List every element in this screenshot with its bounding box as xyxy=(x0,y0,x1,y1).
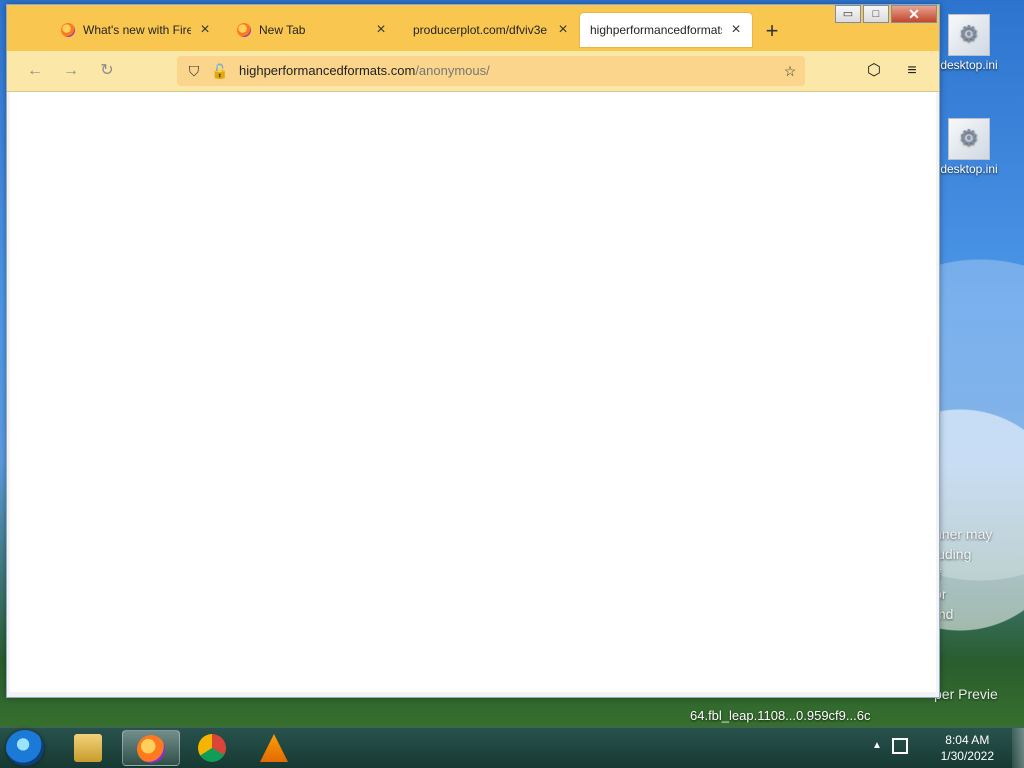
chrome-icon xyxy=(198,734,226,762)
taskbar-firefox[interactable] xyxy=(122,730,180,766)
settings-file-icon xyxy=(948,118,990,160)
url-text: highperformancedformats.com/anonymous/ xyxy=(239,63,490,78)
settings-file-icon xyxy=(948,14,990,56)
window-controls: ▭ □ ✕ xyxy=(835,5,937,23)
taskbar-chrome[interactable] xyxy=(184,730,242,766)
taskbar-vlc[interactable] xyxy=(246,730,304,766)
desktop-icon[interactable]: desktop.ini xyxy=(934,118,1004,176)
navigation-toolbar: ← → ↻ ⛉ 🔓 highperformancedformats.com/an… xyxy=(7,51,939,92)
desktop-partial-text: luding xyxy=(934,546,972,562)
show-desktop-button[interactable] xyxy=(1012,728,1024,768)
firefox-icon xyxy=(61,23,75,37)
clock-time: 8:04 AM xyxy=(945,733,990,747)
taskbar-file-explorer[interactable] xyxy=(60,730,118,766)
url-domain: highperformancedformats.com xyxy=(239,63,416,78)
back-button[interactable]: ← xyxy=(23,59,47,83)
clock[interactable]: 8:04 AM 1/30/2022 xyxy=(941,732,994,764)
page-content xyxy=(10,92,936,692)
show-hidden-icons-button[interactable]: ▲ xyxy=(872,740,882,751)
desktop-icon[interactable]: desktop.ini xyxy=(934,14,1004,72)
menu-button[interactable]: ≡ xyxy=(901,61,923,81)
file-explorer-icon xyxy=(74,734,102,762)
firefox-icon xyxy=(137,735,165,763)
network-icon[interactable] xyxy=(892,738,908,754)
desktop-partial-text: ff xyxy=(934,566,1020,582)
insecure-lock-icon[interactable]: 🔓 xyxy=(211,62,229,80)
reload-button[interactable]: ↻ xyxy=(95,59,119,83)
forward-button[interactable]: → xyxy=(59,59,83,83)
minimize-button[interactable]: ▭ xyxy=(835,5,861,23)
star-icon[interactable]: ☆ xyxy=(781,62,799,80)
tab-label: What's new with Firefox xyxy=(83,23,191,37)
pocket-button[interactable]: ⬡ xyxy=(863,61,885,81)
firefox-window: What's new with Firefox × New Tab × prod… xyxy=(6,4,940,698)
url-path: /anonymous/ xyxy=(415,63,490,78)
tab-strip: What's new with Firefox × New Tab × prod… xyxy=(7,5,939,51)
close-window-button[interactable]: ✕ xyxy=(891,5,937,23)
maximize-button[interactable]: □ xyxy=(863,5,889,23)
tab-whats-new[interactable]: What's new with Firefox × xyxy=(51,13,221,47)
system-tray: ▲ 8:04 AM 1/30/2022 xyxy=(864,728,1024,768)
desktop-partial-text: md xyxy=(934,606,954,622)
close-icon[interactable]: × xyxy=(373,22,389,38)
desktop-partial-text: nner may xyxy=(934,526,993,542)
vlc-icon xyxy=(260,734,288,762)
close-icon[interactable]: × xyxy=(555,22,571,38)
close-icon[interactable]: × xyxy=(728,22,744,38)
close-icon[interactable]: × xyxy=(197,22,213,38)
start-button[interactable] xyxy=(6,730,44,766)
desktop-banner-text: 64.fbl_leap.1108...0.959cf9...6c xyxy=(690,708,871,723)
new-tab-button[interactable]: + xyxy=(761,20,783,42)
tab-producerplot[interactable]: producerplot.com/dfviv3e × xyxy=(403,13,579,47)
shield-icon[interactable]: ⛉ xyxy=(185,62,203,80)
tab-new-tab[interactable]: New Tab × xyxy=(227,13,397,47)
tab-label: New Tab xyxy=(259,23,306,37)
tab-active[interactable]: highperformancedformats × xyxy=(580,13,752,47)
desktop-partial-text: or xyxy=(934,586,947,602)
address-bar[interactable]: ⛉ 🔓 highperformancedformats.com/anonymou… xyxy=(177,56,805,86)
desktop-partial-text: per Previe xyxy=(934,686,998,702)
desktop-icon-label: desktop.ini xyxy=(940,58,998,72)
tab-label: highperformancedformats xyxy=(590,23,722,37)
clock-date: 1/30/2022 xyxy=(940,749,994,763)
desktop-icon-label: desktop.ini xyxy=(940,162,998,176)
tab-label: producerplot.com/dfviv3e xyxy=(413,23,548,37)
firefox-icon xyxy=(237,23,251,37)
taskbar: ▲ 8:04 AM 1/30/2022 xyxy=(0,727,1024,768)
